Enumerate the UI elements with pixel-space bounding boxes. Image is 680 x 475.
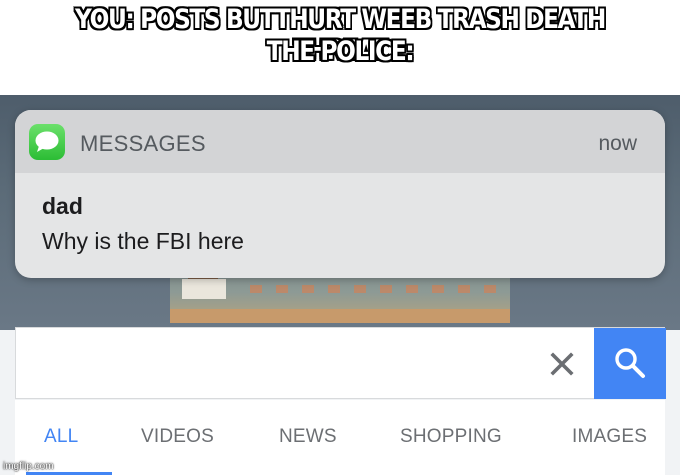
tab-news[interactable]: NEWS (279, 426, 337, 448)
tab-shopping[interactable]: SHOPPING (400, 426, 502, 448)
search-button[interactable] (594, 328, 666, 399)
notification-header: MESSAGES now (15, 110, 665, 173)
message-notification[interactable]: MESSAGES now dad Why is the FBI here (15, 110, 665, 278)
notification-time: now (598, 132, 637, 155)
messages-icon (29, 124, 65, 160)
notification-message: Why is the FBI here (42, 228, 244, 254)
search-input[interactable] (32, 342, 536, 388)
doodle-house (182, 279, 226, 299)
search-tabs: ALL VIDEOS NEWS SHOPPING IMAGES (15, 400, 665, 475)
search-bar (15, 327, 666, 399)
imgflip-watermark: imgflip.com (3, 461, 54, 472)
clear-search-button[interactable] (544, 346, 580, 382)
meme-caption: YOU: POSTS BUTTHURT WEEB TRASH DEATH THR… (0, 0, 680, 95)
search-icon (615, 348, 645, 378)
phone-screenshot: MESSAGES now dad Why is the FBI here ALL… (0, 95, 680, 475)
notification-app-name: MESSAGES (80, 131, 206, 156)
tab-images[interactable]: IMAGES (572, 426, 647, 448)
notification-sender: dad (42, 193, 83, 219)
doodle-ground (170, 309, 510, 323)
tab-all[interactable]: ALL (44, 426, 78, 448)
caption-line-bottom: THE POLICE: (266, 36, 415, 67)
doodle-pattern (250, 285, 500, 293)
close-icon (550, 352, 574, 376)
tab-videos[interactable]: VIDEOS (141, 426, 214, 448)
